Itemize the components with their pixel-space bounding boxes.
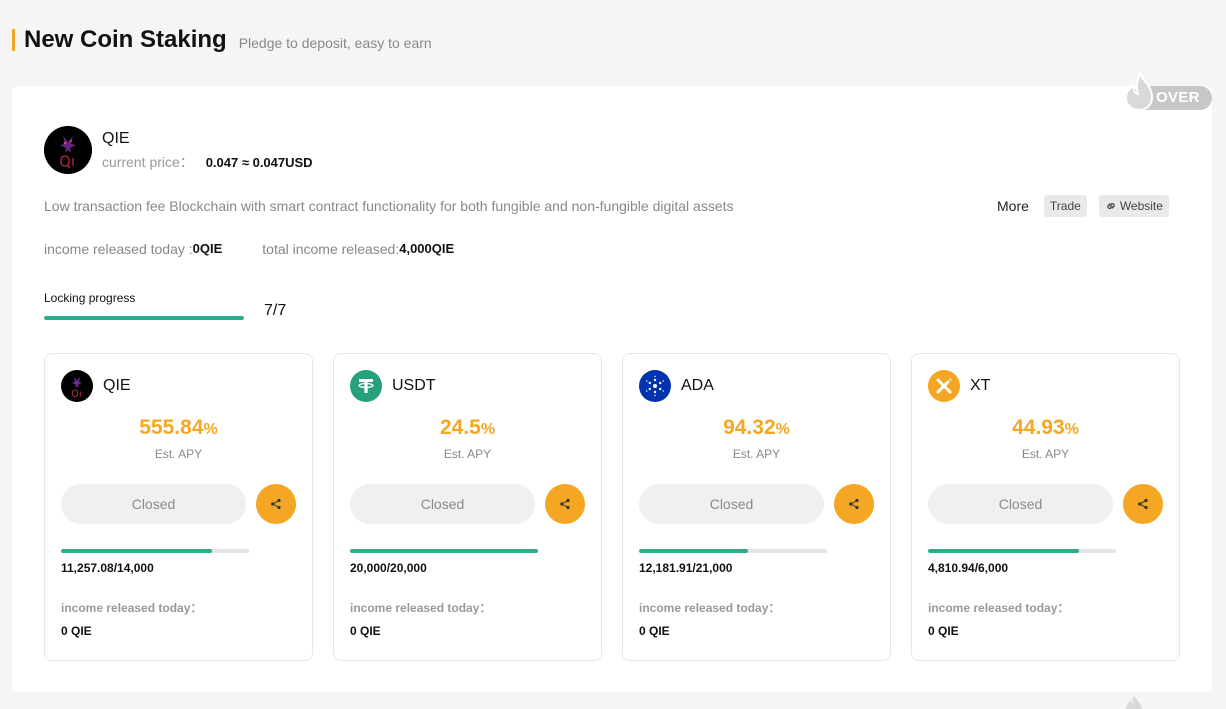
pool-card-qie: QIE 555.84% Est. APY Closed 11,257.08/14… <box>44 353 313 661</box>
qie-logo <box>61 370 93 402</box>
pool-progress-text: 11,257.08/14,000 <box>61 561 154 575</box>
locking-progress-count: 7/7 <box>264 302 287 319</box>
income-today-value: 0QIE <box>192 241 223 256</box>
pool-income-value: 0 QIE <box>61 624 92 638</box>
pool-income-label: income released today： <box>928 601 1070 615</box>
income-today-label: income released today : <box>44 241 193 257</box>
trade-button[interactable]: Trade <box>1043 195 1087 217</box>
coin-name: QIE <box>102 130 130 147</box>
total-income-label: total income released: <box>262 241 400 257</box>
pool-name: XT <box>970 377 991 394</box>
share-button[interactable] <box>545 484 585 524</box>
share-button[interactable] <box>834 484 874 524</box>
pool-apy: 44.93% <box>1012 416 1079 439</box>
over-badge-label: OVER <box>1156 89 1200 106</box>
pool-apy-label: Est. APY <box>1021 447 1070 461</box>
pool-progress-fill <box>350 549 538 553</box>
current-price-label: current price： <box>102 154 194 170</box>
pool-name: QIE <box>103 377 131 394</box>
pool-progress-text: 4,810.94/6,000 <box>928 561 1009 575</box>
locking-progress-track <box>44 316 244 320</box>
locking-progress-label: Locking progress <box>44 291 136 305</box>
current-price-value: 0.047 ≈ 0.047USD <box>205 155 313 170</box>
flame-icon <box>1126 696 1142 709</box>
pool-income-label: income released today： <box>61 601 203 615</box>
locking-progress: Locking progress 7/7 <box>44 291 286 320</box>
closed-button[interactable]: Closed <box>639 484 824 524</box>
pool-progress-track <box>639 549 827 553</box>
pool-card-ada: ADA 94.32% Est. APY Closed 12,181.91/21,… <box>622 353 891 661</box>
share-button[interactable] <box>1123 484 1163 524</box>
pool-progress-track <box>350 549 538 553</box>
trade-label: Trade <box>1049 199 1081 213</box>
income-summary: income released today : 0QIE total incom… <box>44 241 454 257</box>
pool-progress-fill <box>928 549 1079 553</box>
ada-logo <box>639 370 671 402</box>
usdt-logo <box>350 370 382 402</box>
pool-progress-fill <box>61 549 213 553</box>
share-icon <box>849 498 859 510</box>
pool-card-usdt: USDT 24.5% Est. APY Closed 20,000/20,000… <box>333 353 602 661</box>
xt-logo <box>928 370 960 402</box>
pool-apy: 24.5% <box>439 416 496 439</box>
closed-button[interactable]: Closed <box>928 484 1113 524</box>
link-icon <box>1107 202 1115 210</box>
pool-apy-label: Est. APY <box>154 447 203 461</box>
coin-description: Low transaction fee Blockchain with smar… <box>44 198 734 214</box>
pool-income-value: 0 QIE <box>928 624 959 638</box>
closed-button[interactable]: Closed <box>61 484 246 524</box>
share-icon <box>271 498 281 510</box>
locking-progress-fill <box>44 316 244 320</box>
page-subtitle: Pledge to deposit, easy to earn <box>238 35 432 51</box>
pool-income-label: income released today： <box>350 601 492 615</box>
website-button[interactable]: Website <box>1098 195 1169 217</box>
staking-panel: OVER QIE current price： 0.047 ≈ 0.047USD… <box>12 72 1212 692</box>
pool-cards: QIE 555.84% Est. APY Closed 11,257.08/14… <box>44 353 1200 661</box>
pool-apy: 555.84% <box>139 416 218 439</box>
pool-progress-track <box>61 549 249 553</box>
pool-income-value: 0 QIE <box>639 624 670 638</box>
more-links: More Trade Website <box>997 194 1181 218</box>
pool-progress-text: 12,181.91/21,000 <box>639 561 733 575</box>
pool-apy: 94.32% <box>723 416 790 439</box>
pool-progress-fill <box>639 549 749 553</box>
pool-progress-text: 20,000/20,000 <box>350 561 427 575</box>
section-header: New Coin Staking Pledge to deposit, easy… <box>12 26 432 54</box>
pool-name: ADA <box>681 377 714 394</box>
pool-income-label: income released today： <box>639 601 781 615</box>
pool-apy-label: Est. APY <box>443 447 492 461</box>
website-label: Website <box>1119 199 1163 213</box>
share-icon <box>1138 498 1148 510</box>
pool-apy-label: Est. APY <box>732 447 781 461</box>
pool-card-xt: XT 44.93% Est. APY Closed 4,810.94/6,000… <box>911 353 1180 661</box>
coin-header: QIE current price： 0.047 ≈ 0.047USD <box>44 126 313 174</box>
over-badge: OVER <box>1122 72 1214 112</box>
pool-progress-track <box>928 549 1116 553</box>
pool-name: USDT <box>392 377 436 394</box>
closed-button[interactable]: Closed <box>350 484 535 524</box>
qie-logo <box>44 126 92 174</box>
more-label: More <box>997 198 1029 214</box>
header-accent-bar <box>12 29 15 51</box>
share-button[interactable] <box>256 484 296 524</box>
total-income-value: 4,000QIE <box>399 241 455 256</box>
page-title: New Coin Staking <box>24 26 227 53</box>
share-icon <box>560 498 570 510</box>
pool-income-value: 0 QIE <box>350 624 381 638</box>
current-price-row: current price： 0.047 ≈ 0.047USD <box>102 154 313 171</box>
